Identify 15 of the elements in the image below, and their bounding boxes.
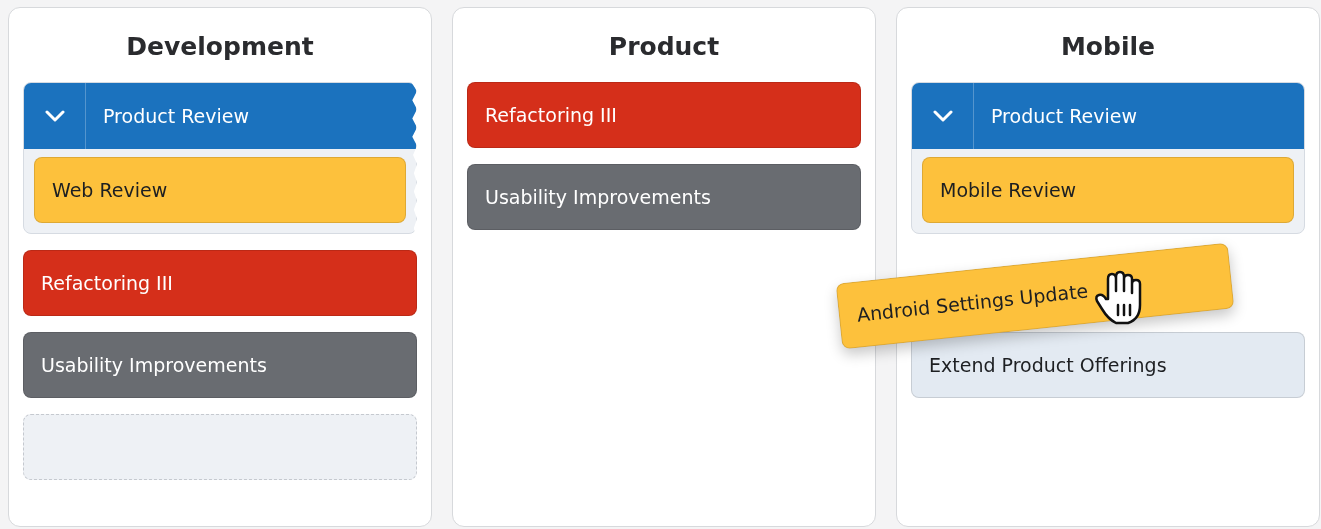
column-title: Development xyxy=(125,32,315,62)
task-card[interactable]: Extend Product Offerings xyxy=(911,332,1305,398)
task-card[interactable]: Refactoring III xyxy=(23,250,417,316)
task-card[interactable]: Usability Improvements xyxy=(23,332,417,398)
task-card[interactable]: Usability Improvements xyxy=(467,164,861,230)
task-card[interactable]: Web Review xyxy=(34,157,406,223)
column-title: Product xyxy=(607,32,721,62)
group-title: Product Review xyxy=(990,105,1137,127)
task-card[interactable]: Refactoring III xyxy=(467,82,861,148)
column-title: Mobile xyxy=(1059,32,1156,62)
group-title: Product Review xyxy=(102,105,249,127)
chevron-icon xyxy=(932,110,953,122)
task-card[interactable]: Mobile Review xyxy=(922,157,1294,223)
chevron-icon xyxy=(44,110,65,122)
hand-cursor-icon xyxy=(1094,269,1144,327)
